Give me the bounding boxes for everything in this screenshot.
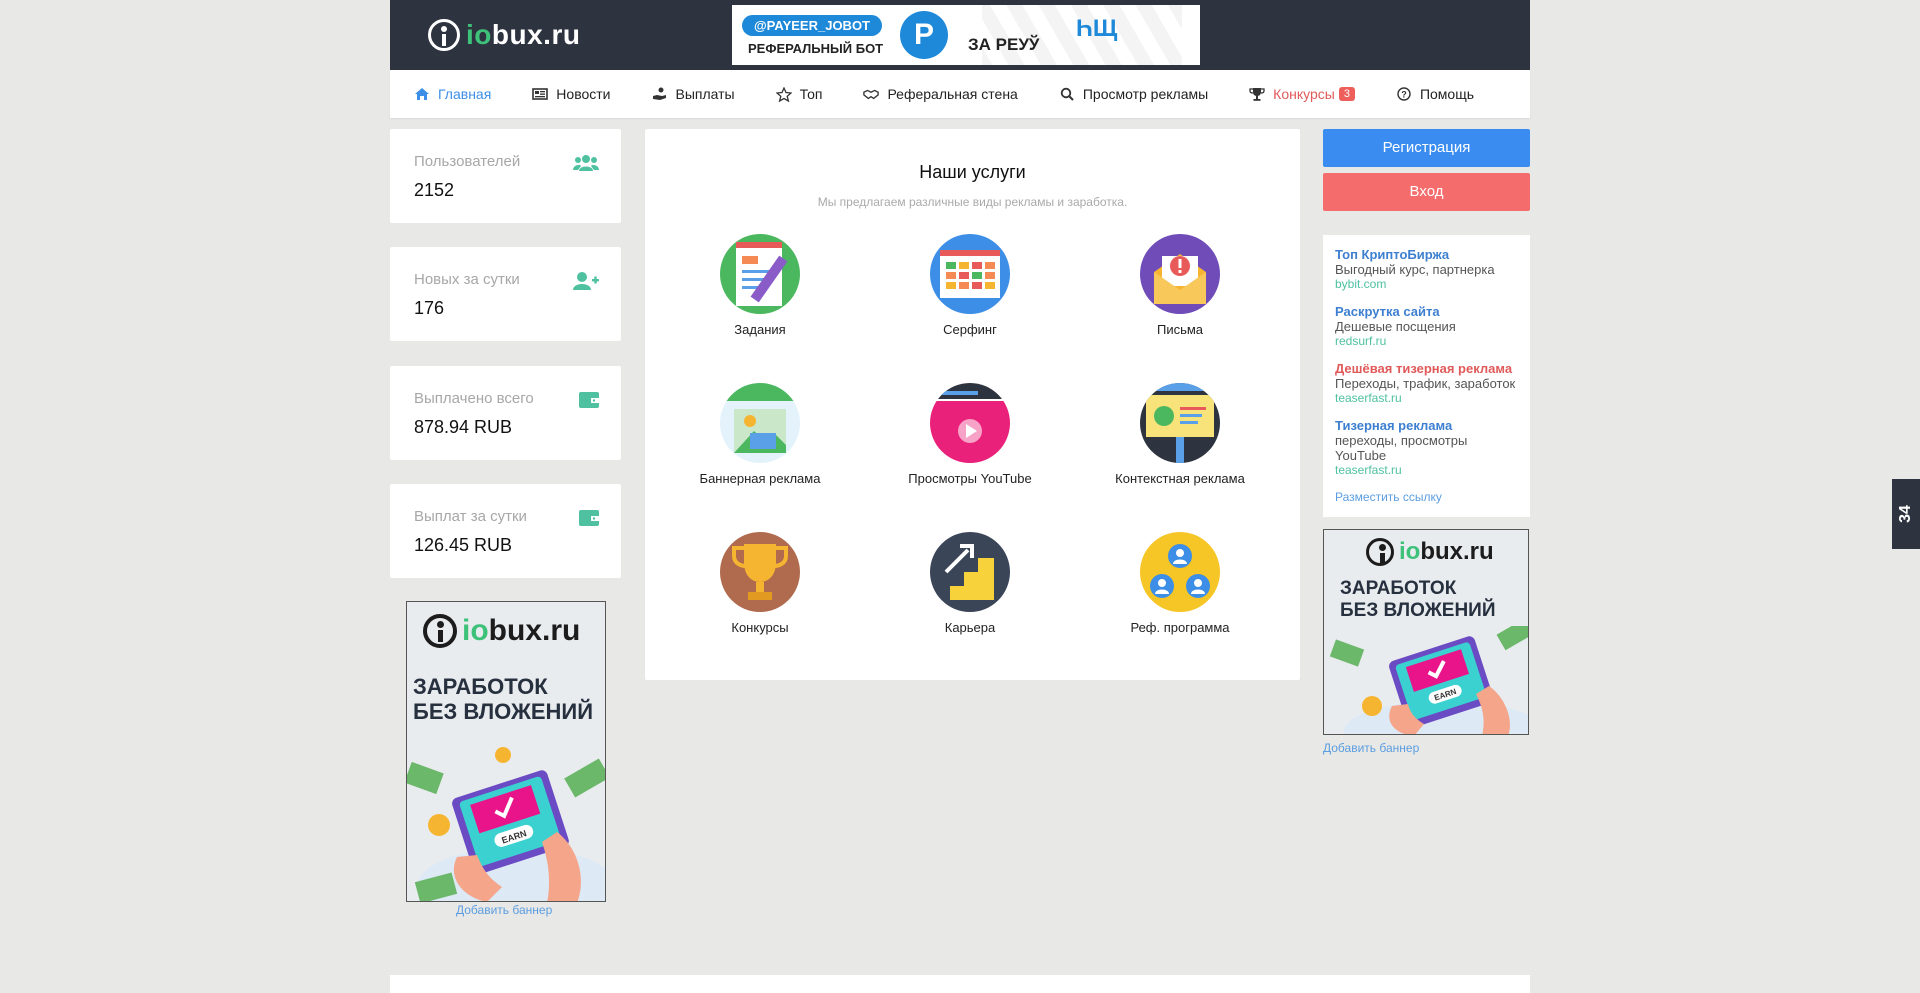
register-button[interactable]: Регистрация — [1323, 129, 1530, 167]
site-logo[interactable]: iobux.ru — [428, 19, 580, 51]
contests-count-badge: 3 — [1338, 87, 1355, 101]
stat-card-new-today: Новых за сутки 176 — [390, 247, 621, 341]
payeer-logo-icon: P — [900, 11, 948, 59]
stat-value: 878.94 RUB — [414, 417, 513, 437]
nav-item-payouts[interactable]: Выплаты — [652, 86, 735, 102]
contests-icon — [720, 532, 800, 612]
stat-label: Пользователей — [414, 153, 521, 170]
main-nav: Главная Новости Выплаты Топ Реферальная … — [390, 70, 1530, 118]
footer — [390, 975, 1530, 993]
info-logo-icon — [428, 19, 460, 51]
stat-value: 2152 — [414, 180, 455, 200]
hand-coin-icon — [652, 87, 668, 101]
banner-ads-icon — [720, 383, 800, 463]
left-ad-banner[interactable]: iobux.ru ЗАРАБОТОК БЕЗ ВЛОЖЕНИЙ EARN — [406, 601, 606, 902]
stat-label: Выплачено всего — [414, 390, 534, 407]
banner-subtitle: РЕФЕРАЛЬНЫЙ БОТ — [748, 41, 884, 56]
page-container: iobux.ru @PAYEER_JOBOT РЕФЕРАЛЬНЫЙ БОТ P… — [390, 0, 1530, 993]
wallet-icon — [579, 508, 599, 531]
career-icon — [930, 532, 1010, 612]
side-counter-tab[interactable]: 34 — [1892, 479, 1920, 549]
nav-item-contests[interactable]: Конкурсы 3 — [1249, 86, 1355, 102]
stat-card-paid-today: Выплат за сутки 126.45 RUB — [390, 484, 621, 578]
ad-headline: ЗАРАБОТОК БЕЗ ВЛОЖЕНИЙ — [1340, 578, 1496, 621]
stat-value: 126.45 RUB — [414, 535, 513, 555]
newspaper-icon — [532, 87, 549, 101]
info-logo-icon — [1366, 538, 1394, 566]
banner-glyph: ҺЩ — [1076, 15, 1118, 42]
service-referral-program[interactable]: Реф. программа — [1085, 532, 1275, 635]
ad-illustration: EARN — [1329, 626, 1528, 734]
banner-bot-handle: @PAYEER_JOBOT — [742, 15, 882, 36]
nav-item-view-ads[interactable]: Просмотр рекламы — [1059, 86, 1208, 102]
handshake-icon — [863, 87, 880, 101]
service-contests[interactable]: Конкурсы — [665, 532, 855, 635]
login-button[interactable]: Вход — [1323, 173, 1530, 211]
service-career[interactable]: Карьера — [875, 532, 1065, 635]
service-surfing[interactable]: Серфинг — [875, 234, 1065, 337]
ad-headline: ЗАРАБОТОК БЕЗ ВЛОЖЕНИЙ — [413, 674, 594, 725]
services-panel: Наши услуги Мы предлагаем различные виды… — [645, 129, 1300, 680]
sponsored-link[interactable]: Топ КриптоБиржа Выгодный курс, партнерка… — [1335, 247, 1518, 292]
home-icon — [414, 87, 430, 101]
stat-label: Выплат за сутки — [414, 508, 527, 525]
stat-value: 176 — [414, 298, 445, 318]
nav-item-referral-wall[interactable]: Реферальная стена — [863, 86, 1018, 102]
service-context-ads[interactable]: Контекстная реклама — [1085, 383, 1275, 486]
add-banner-link-right[interactable]: Добавить баннер — [1323, 741, 1419, 755]
ad-logo: iobux.ru — [1366, 538, 1494, 566]
star-icon — [775, 86, 792, 102]
sponsored-link[interactable]: Тизерная реклама переходы, просмотры You… — [1335, 418, 1518, 478]
question-circle-icon: ? — [1396, 87, 1412, 101]
service-tasks[interactable]: Задания — [665, 234, 855, 337]
sponsored-link[interactable]: Дешёвая тизерная реклама Переходы, трафи… — [1335, 361, 1518, 406]
context-ads-icon — [1140, 383, 1220, 463]
stat-card-paid-total: Выплачено всего 878.94 RUB — [390, 366, 621, 460]
services-subtitle: Мы предлагаем различные виды рекламы и з… — [817, 195, 1128, 209]
sponsored-link[interactable]: Раскрутка сайта Дешевые посщения redsurf… — [1335, 304, 1518, 349]
stat-label: Новых за сутки — [414, 271, 520, 288]
search-icon — [1059, 87, 1075, 101]
stat-card-users: Пользователей 2152 — [390, 129, 621, 223]
nav-item-news[interactable]: Новости — [532, 86, 611, 102]
letters-icon — [1140, 234, 1220, 314]
ad-illustration: EARN — [407, 747, 605, 901]
nav-item-help[interactable]: ? Помощь — [1396, 86, 1474, 102]
info-logo-icon — [423, 614, 457, 648]
service-youtube-views[interactable]: Просмотры YouTube — [875, 383, 1065, 486]
tasks-icon — [720, 234, 800, 314]
sponsored-links: Топ КриптоБиржа Выгодный курс, партнерка… — [1323, 235, 1530, 517]
users-icon — [573, 153, 599, 178]
user-plus-icon — [573, 271, 599, 296]
logo-text-white: bux.ru — [491, 19, 581, 50]
service-banner-ads[interactable]: Баннерная реклама — [665, 383, 855, 486]
nav-item-top[interactable]: Топ — [775, 86, 822, 102]
service-letters[interactable]: Письма — [1085, 234, 1275, 337]
post-link-button[interactable]: Разместить ссылку — [1335, 490, 1518, 504]
header: iobux.ru @PAYEER_JOBOT РЕФЕРАЛЬНЫЙ БОТ P… — [390, 0, 1530, 70]
surfing-icon — [930, 234, 1010, 314]
add-banner-link-left[interactable]: Добавить баннер — [456, 903, 552, 917]
wallet-icon — [579, 390, 599, 413]
right-ad-banner[interactable]: iobux.ru ЗАРАБОТОК БЕЗ ВЛОЖЕНИЙ EARN — [1323, 529, 1529, 735]
referral-program-icon — [1140, 532, 1220, 612]
services-title: Наши услуги — [919, 162, 1026, 182]
top-ad-banner[interactable]: @PAYEER_JOBOT РЕФЕРАЛЬНЫЙ БОТ P ЗА PEУЎ … — [732, 5, 1200, 65]
banner-text: ЗА PEУЎ — [968, 35, 1040, 54]
logo-text-green: io — [466, 19, 492, 50]
ad-logo: iobux.ru — [423, 614, 580, 648]
youtube-views-icon — [930, 383, 1010, 463]
svg-text:?: ? — [1401, 90, 1407, 100]
trophy-icon — [1249, 87, 1265, 101]
nav-item-home[interactable]: Главная — [414, 86, 491, 102]
